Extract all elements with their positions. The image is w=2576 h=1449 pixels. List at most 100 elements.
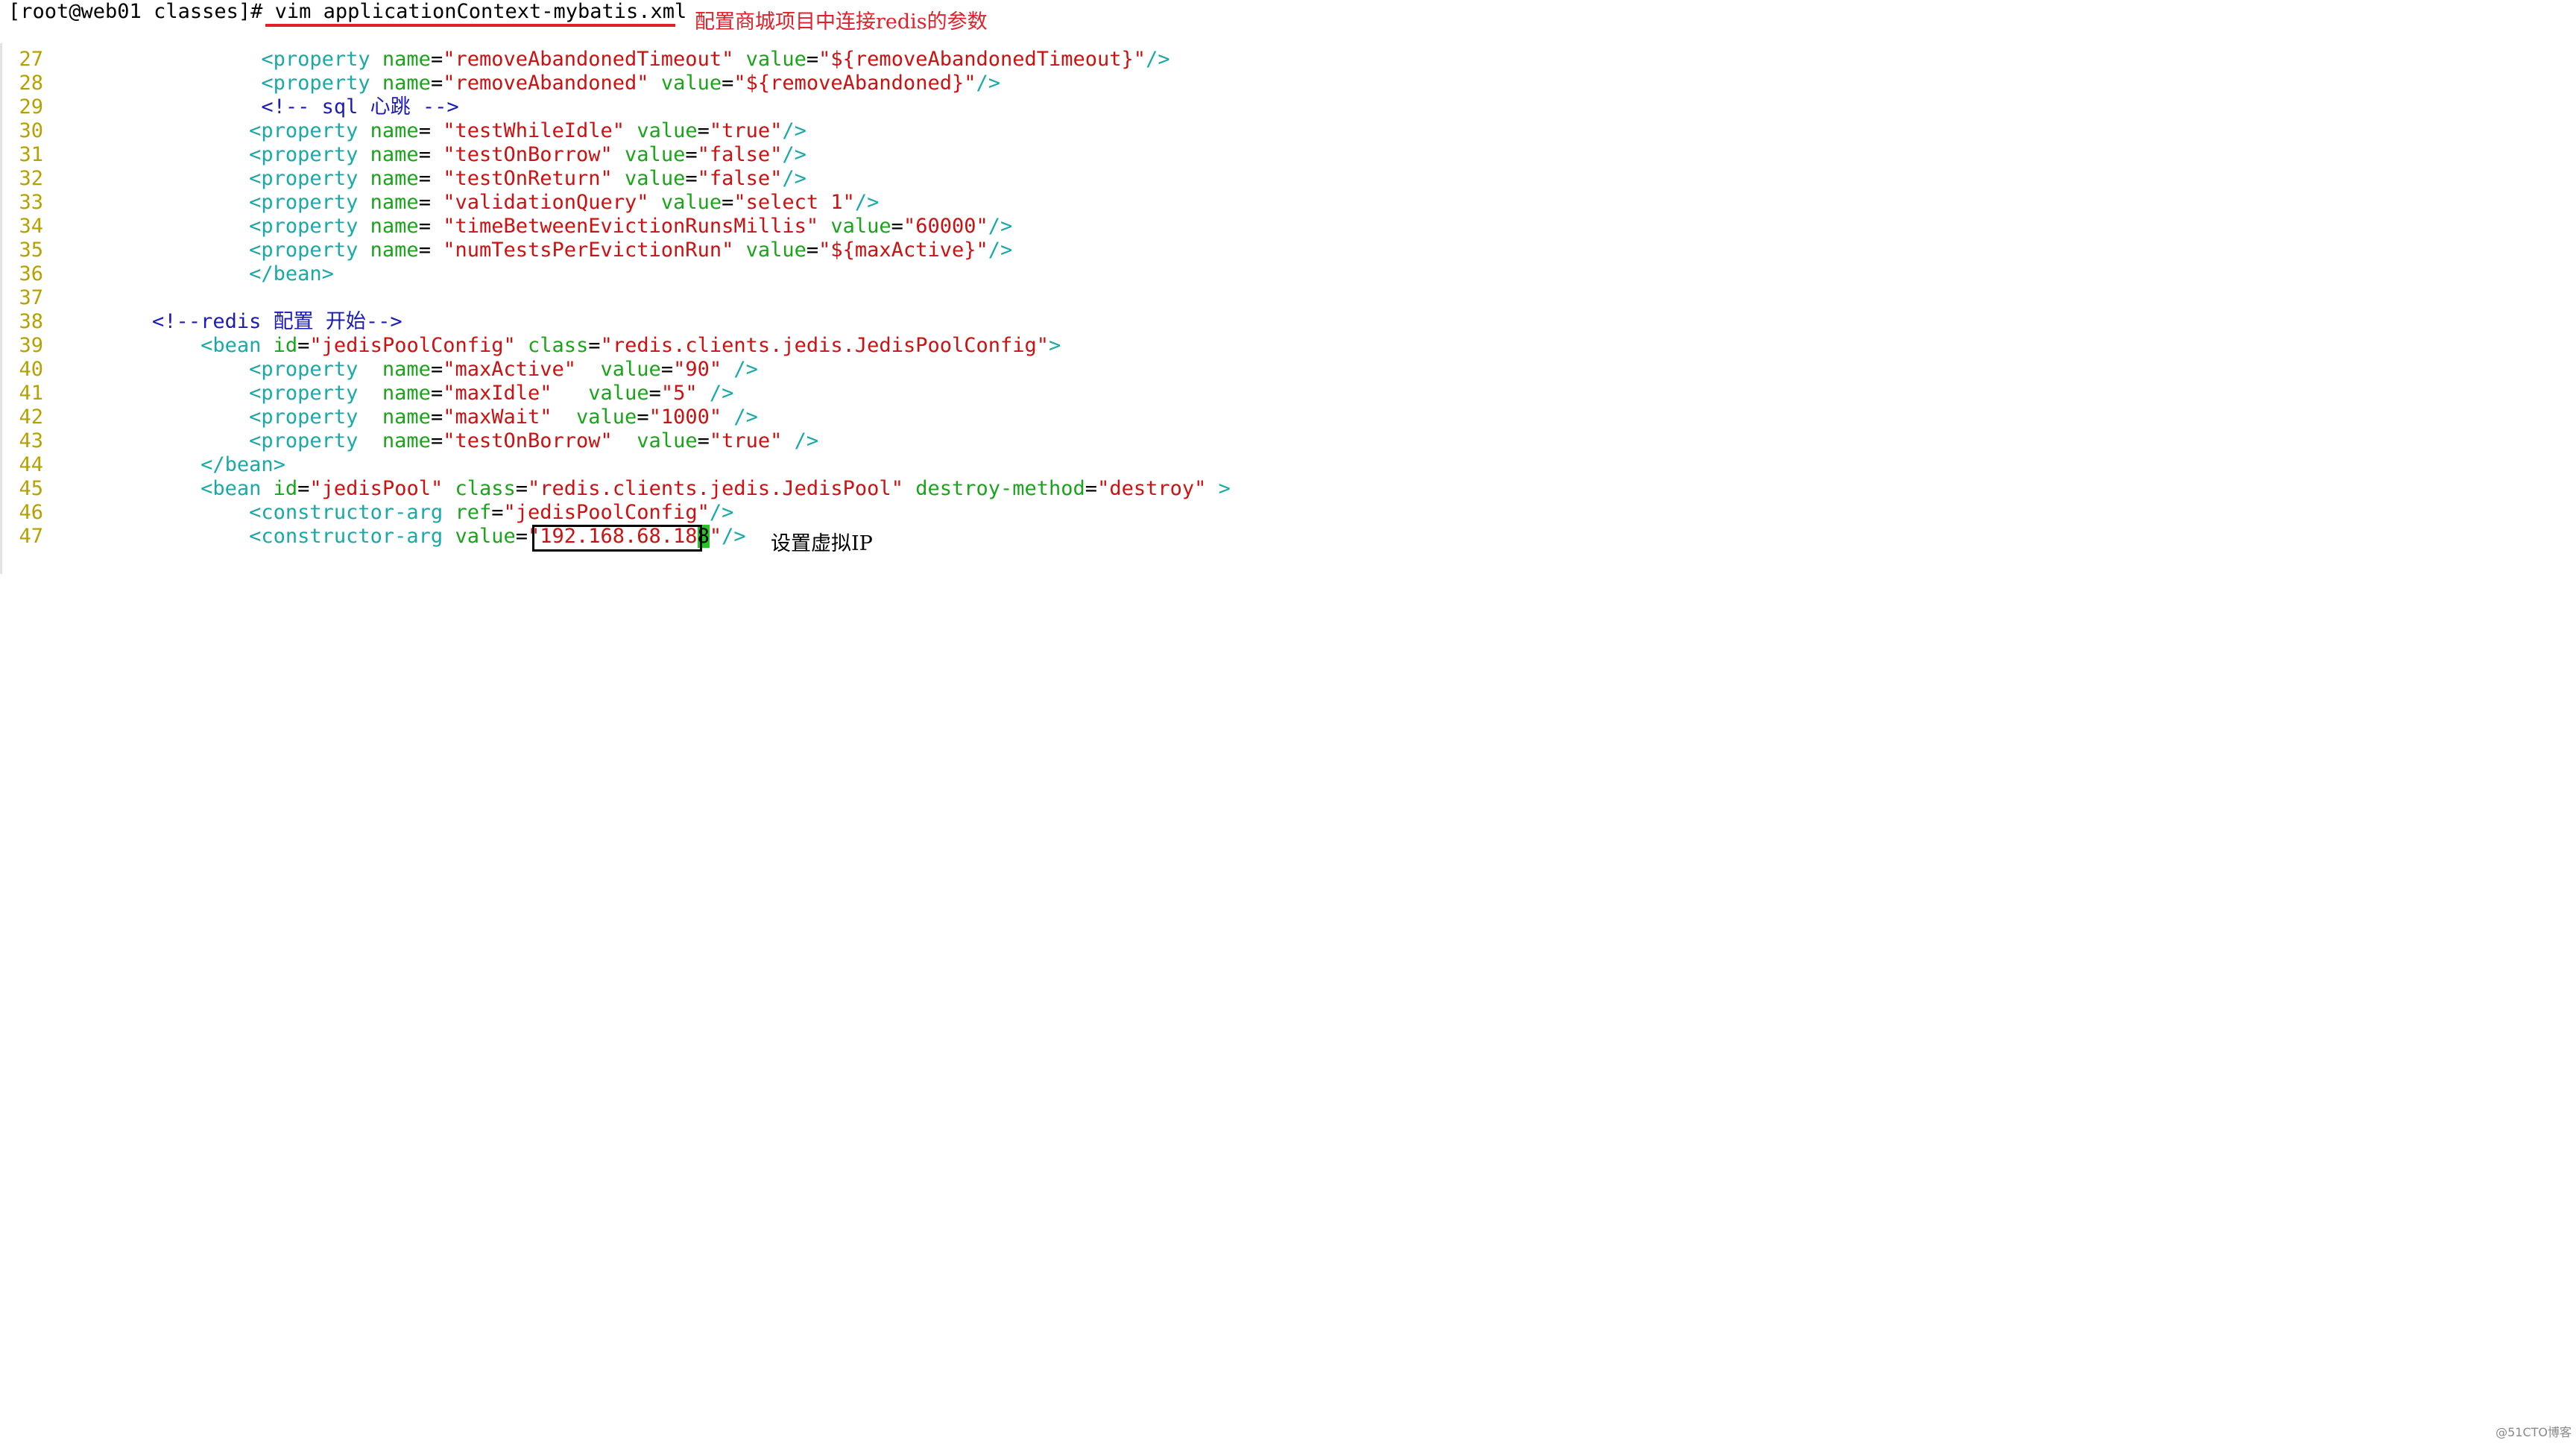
code-token: class — [528, 334, 589, 357]
code-token: = — [515, 525, 528, 548]
code-token: = — [297, 477, 310, 500]
code-token: /> — [782, 119, 806, 142]
code-token: = — [491, 501, 504, 524]
code-token: </bean> — [201, 453, 285, 476]
code-token: = — [648, 382, 661, 405]
code-token: = — [297, 334, 310, 357]
code-token: /> — [976, 72, 1000, 95]
code-token: <property — [249, 405, 382, 429]
code-token: /> — [1146, 48, 1170, 71]
code-token: value — [625, 143, 686, 166]
code-token: class — [455, 477, 516, 500]
line-number: 30 — [19, 119, 43, 142]
code-token: /> — [782, 167, 806, 190]
code-token: value — [637, 119, 698, 142]
code-token: = — [685, 167, 698, 190]
code-token: "destroy" — [1097, 477, 1207, 500]
line-number: 40 — [19, 358, 43, 381]
code-token: /> — [733, 358, 758, 381]
watermark: @51CTO博客 — [2496, 1425, 2572, 1439]
line-number: 44 — [19, 453, 43, 476]
code-token: "select 1" — [733, 191, 855, 214]
code-token: "false" — [697, 167, 783, 190]
line-content: <property name="removeAbandoned" value="… — [55, 72, 1000, 95]
code-token: = — [418, 119, 443, 142]
annotation-redis-params: 配置商城项目中连接redis的参数 — [695, 10, 988, 34]
code-token: "redis.clients.jedis.JedisPool" — [528, 477, 903, 500]
code-token: "60000" — [903, 215, 988, 238]
code-token: name — [370, 239, 419, 262]
code-token: <property — [249, 167, 370, 190]
code-token: "jedisPoolConfig" — [503, 501, 710, 524]
code-token: "testOnBorrow" — [443, 429, 613, 452]
code-token: "90" — [673, 358, 722, 381]
code-token: /> — [988, 215, 1013, 238]
code-token: <property — [249, 119, 370, 142]
terminal-window[interactable]: [root@web01 classes]# vim applicationCon… — [0, 0, 2576, 1449]
code-token: value — [625, 167, 686, 190]
line-content: </bean> — [55, 453, 285, 477]
code-token: <constructor-arg — [249, 501, 455, 524]
code-token: value — [637, 429, 698, 452]
code-token: = — [637, 405, 649, 429]
code-token: value — [588, 382, 649, 405]
code-token: value — [745, 48, 806, 71]
code-token: = — [418, 215, 443, 238]
code-token: <bean — [201, 477, 274, 500]
code-token: = — [418, 143, 443, 166]
code-token: = — [430, 429, 443, 452]
code-token: value — [830, 215, 891, 238]
line-content: <bean id="jedisPool" class="redis.client… — [55, 477, 1231, 501]
line-content: <property name= "timeBetweenEvictionRuns… — [55, 215, 1012, 239]
code-token: = — [430, 358, 443, 381]
code-token: = — [891, 215, 903, 238]
code-token: /> — [722, 525, 746, 548]
line-number: 34 — [19, 215, 43, 238]
code-token: name — [370, 119, 419, 142]
code-token: "redis.clients.jedis.JedisPoolConfig" — [600, 334, 1049, 357]
code-token: "jedisPool" — [309, 477, 443, 500]
line-content: <property name="maxIdle" value="5" /> — [55, 382, 733, 405]
line-number: 42 — [19, 405, 43, 429]
code-token: = — [430, 382, 443, 405]
line-content: <property name= "testOnReturn" value="fa… — [55, 167, 806, 191]
code-token: ref — [455, 501, 492, 524]
code-token: "removeAbandoned" — [443, 72, 649, 95]
code-token: "removeAbandonedTimeout" — [443, 48, 734, 71]
code-token: "maxIdle" — [443, 382, 552, 405]
code-token: <property — [261, 48, 382, 71]
code-token: "validationQuery" — [443, 191, 649, 214]
code-token: /> — [782, 143, 806, 166]
vim-command: vim applicationContext-mybatis.xml — [274, 0, 687, 23]
line-number: 39 — [19, 334, 43, 357]
line-number: 28 — [19, 72, 43, 95]
code-token: value — [660, 191, 722, 214]
line-number: 27 — [19, 48, 43, 71]
command-underline-annotation — [265, 24, 675, 27]
code-token: <property — [249, 215, 370, 238]
code-token: "${removeAbandonedTimeout}" — [818, 48, 1146, 71]
code-token: <!--redis 配置 开始--> — [152, 310, 402, 333]
